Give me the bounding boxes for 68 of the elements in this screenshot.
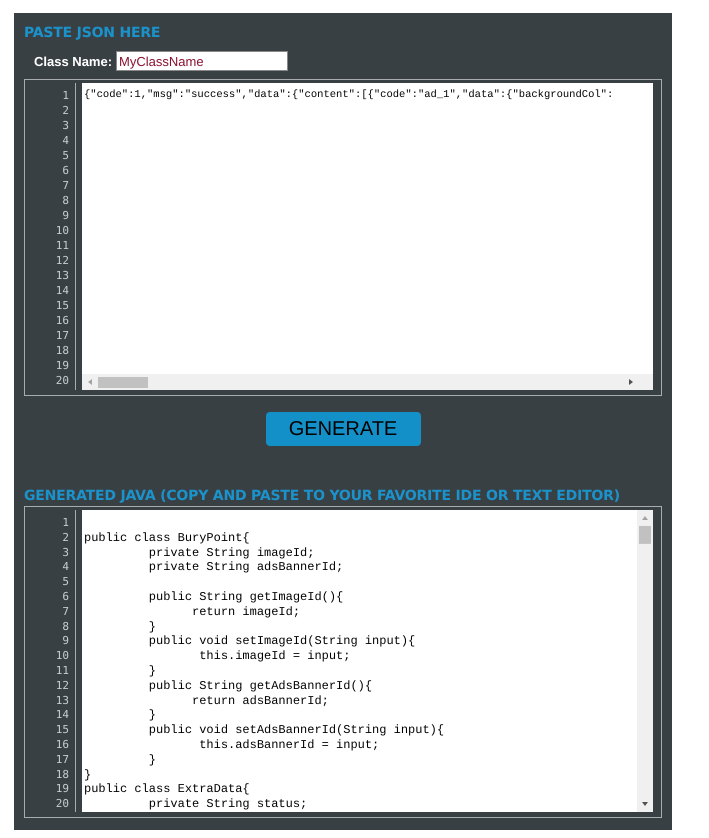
- code-line: {"code":1,"msg":"success","data":{"content":[{"code":"ad_1","data":{"backgroundCol":: [84, 89, 614, 103]
- line-number: 17: [54, 329, 70, 344]
- code-editor[interactable]: [24, 506, 662, 818]
- code-line: public class ExtraData{: [84, 782, 251, 798]
- section-heading: GENERATED JAVA (COPY AND PASTE TO YOUR FAVORITE IDE OR TEXT EDITOR): [24, 487, 620, 506]
- line-number: 3: [61, 546, 70, 560]
- line-number: 16: [54, 738, 70, 753]
- line-number: 9: [61, 209, 70, 224]
- code-editor[interactable]: 1 2 3 4 5 6 7 8 9 10 11 12 13 14 15 16 17 18 19 20 {"code":1,"msg":"success","data":{"content":[{"code":"ad_1","data":{"backgroundCol":: [24, 79, 662, 396]
- line-number: 10: [54, 224, 70, 239]
- line-number: 13: [54, 694, 70, 708]
- class-name-label: Class Name:: [34, 54, 112, 68]
- code-line: }: [148, 664, 158, 679]
- line-number: 10: [54, 649, 70, 664]
- line-number: 19: [54, 359, 70, 374]
- line-number: 6: [61, 590, 70, 605]
- section-heading: PASTE JSON HERE: [24, 24, 160, 43]
- line-number: 20: [54, 374, 70, 389]
- code-line: public String getAdsBannerId(){: [148, 678, 374, 694]
- line-number: 9: [61, 634, 70, 650]
- line-number: 15: [54, 299, 70, 314]
- line-number: 14: [54, 284, 70, 299]
- code-line: }: [148, 620, 158, 634]
- line-number: 7: [61, 604, 70, 620]
- class-name-field[interactable]: MyClassName: [116, 51, 288, 71]
- line-number: 2: [61, 530, 70, 546]
- line-number: 18: [54, 344, 70, 359]
- code-line: public class BuryPoint{: [84, 530, 251, 546]
- line-number: 7: [61, 179, 70, 194]
- line-number: 1: [61, 89, 70, 104]
- code-line: return adsBannerId;: [191, 694, 330, 708]
- line-number: 17: [54, 752, 70, 768]
- code-line: }: [148, 752, 158, 768]
- line-number: 8: [61, 620, 70, 634]
- line-number: 6: [61, 164, 70, 179]
- line-number: 14: [54, 708, 70, 724]
- generate-button[interactable]: GENERATE: [266, 412, 420, 446]
- line-number: 12: [54, 678, 70, 694]
- line-number: 12: [54, 254, 70, 269]
- line-number: 4: [61, 134, 70, 149]
- code-line: private String adsBannerId;: [148, 560, 344, 576]
- code-line: private String status;: [148, 797, 308, 812]
- line-number: 11: [54, 664, 70, 679]
- code-line: return imageId;: [191, 604, 302, 620]
- line-number: 1: [61, 516, 70, 531]
- vertical-scrollbar[interactable]: [637, 510, 653, 812]
- line-number: 18: [54, 768, 70, 782]
- code-line: }: [148, 708, 158, 724]
- code-line: private String imageId;: [148, 546, 316, 560]
- code-line: this.imageId = input;: [198, 649, 352, 664]
- code-line: }: [84, 768, 92, 782]
- line-number: 19: [54, 782, 70, 798]
- code-line: public String getImageId(){: [148, 590, 344, 605]
- line-number: 13: [54, 269, 70, 284]
- line-number: 15: [54, 723, 70, 738]
- code-line: this.adsBannerId = input;: [198, 738, 380, 753]
- line-number: 16: [54, 314, 70, 329]
- line-number: 3: [61, 119, 70, 134]
- line-number: 20: [54, 797, 70, 812]
- horizontal-scrollbar[interactable]: [82, 374, 653, 390]
- code-line: public void setImageId(String input){: [148, 634, 416, 650]
- code-line: public void setAdsBannerId(String input){: [148, 723, 446, 738]
- line-number: 2: [61, 104, 70, 119]
- line-number: 4: [61, 560, 70, 576]
- line-number: 8: [61, 194, 70, 209]
- line-number: 5: [61, 575, 70, 590]
- line-number: 11: [54, 239, 70, 254]
- line-number: 5: [61, 149, 70, 164]
